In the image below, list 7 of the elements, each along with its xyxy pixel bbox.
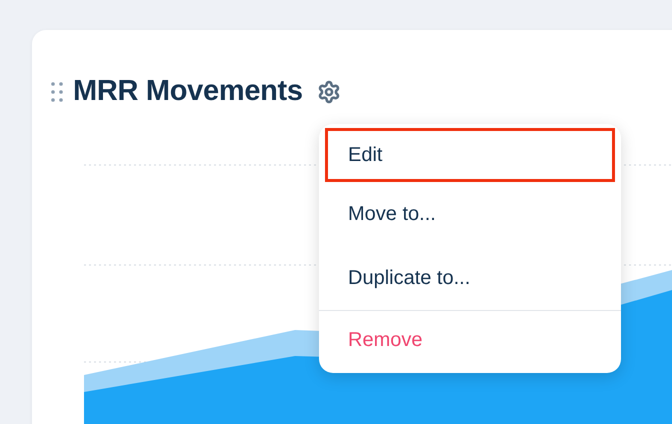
menu-item[interactable]: Move to... xyxy=(325,182,615,246)
card-title: MRR Movements xyxy=(73,74,303,109)
menu-item[interactable]: Duplicate to... xyxy=(325,246,615,310)
drag-handle-icon[interactable] xyxy=(51,82,63,102)
menu-item[interactable]: Edit xyxy=(325,128,615,182)
settings-icon[interactable] xyxy=(316,80,341,104)
menu-item[interactable]: Remove xyxy=(325,311,615,369)
